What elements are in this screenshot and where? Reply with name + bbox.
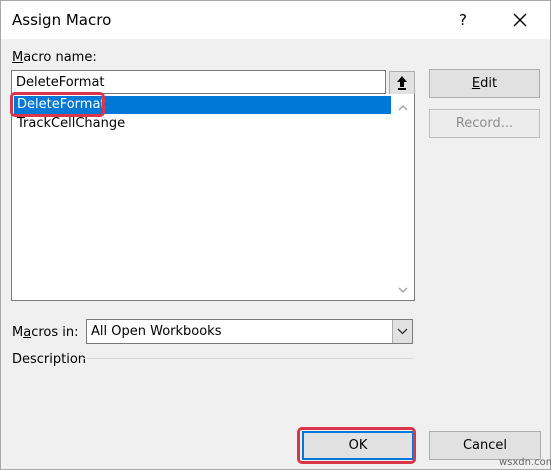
ok-highlight-annotation [297, 427, 416, 464]
close-icon [513, 13, 527, 27]
collapse-dialog-button[interactable] [389, 71, 415, 95]
description-divider [83, 358, 413, 359]
title-bar: Assign Macro ? [1, 1, 550, 39]
upload-arrow-icon [397, 76, 407, 90]
close-button[interactable] [507, 7, 533, 33]
macro-name-field-wrap [11, 70, 386, 94]
macro-name-label: Macro name: [12, 50, 97, 65]
highlight-annotation [10, 92, 105, 117]
help-button[interactable]: ? [450, 7, 476, 33]
assign-macro-dialog: Assign Macro ? Macro name: DeleteFormat … [0, 0, 551, 470]
cancel-button[interactable]: Cancel [429, 431, 541, 460]
scroll-up-button[interactable] [394, 99, 412, 117]
macros-in-label: Macros in: [12, 325, 79, 340]
description-label: Description [12, 352, 87, 367]
watermark-text: wsxdn.com [499, 457, 551, 468]
chevron-down-icon [397, 328, 408, 335]
chevron-down-icon [398, 287, 408, 293]
chevron-up-icon [398, 105, 408, 111]
macro-name-input[interactable] [12, 71, 380, 93]
scroll-down-button[interactable] [394, 281, 412, 299]
dialog-title: Assign Macro [12, 11, 112, 29]
edit-button[interactable]: Edit [429, 69, 540, 98]
macros-in-select[interactable]: All Open Workbooks [86, 319, 413, 344]
dropdown-button[interactable] [392, 320, 412, 343]
record-button[interactable]: Record... [429, 109, 540, 138]
list-item-trackcellchange[interactable]: TrackCellChange [14, 115, 391, 133]
macros-in-value: All Open Workbooks [91, 324, 222, 339]
help-icon: ? [459, 11, 467, 29]
macro-list[interactable]: DeleteFormat TrackCellChange [11, 94, 415, 301]
